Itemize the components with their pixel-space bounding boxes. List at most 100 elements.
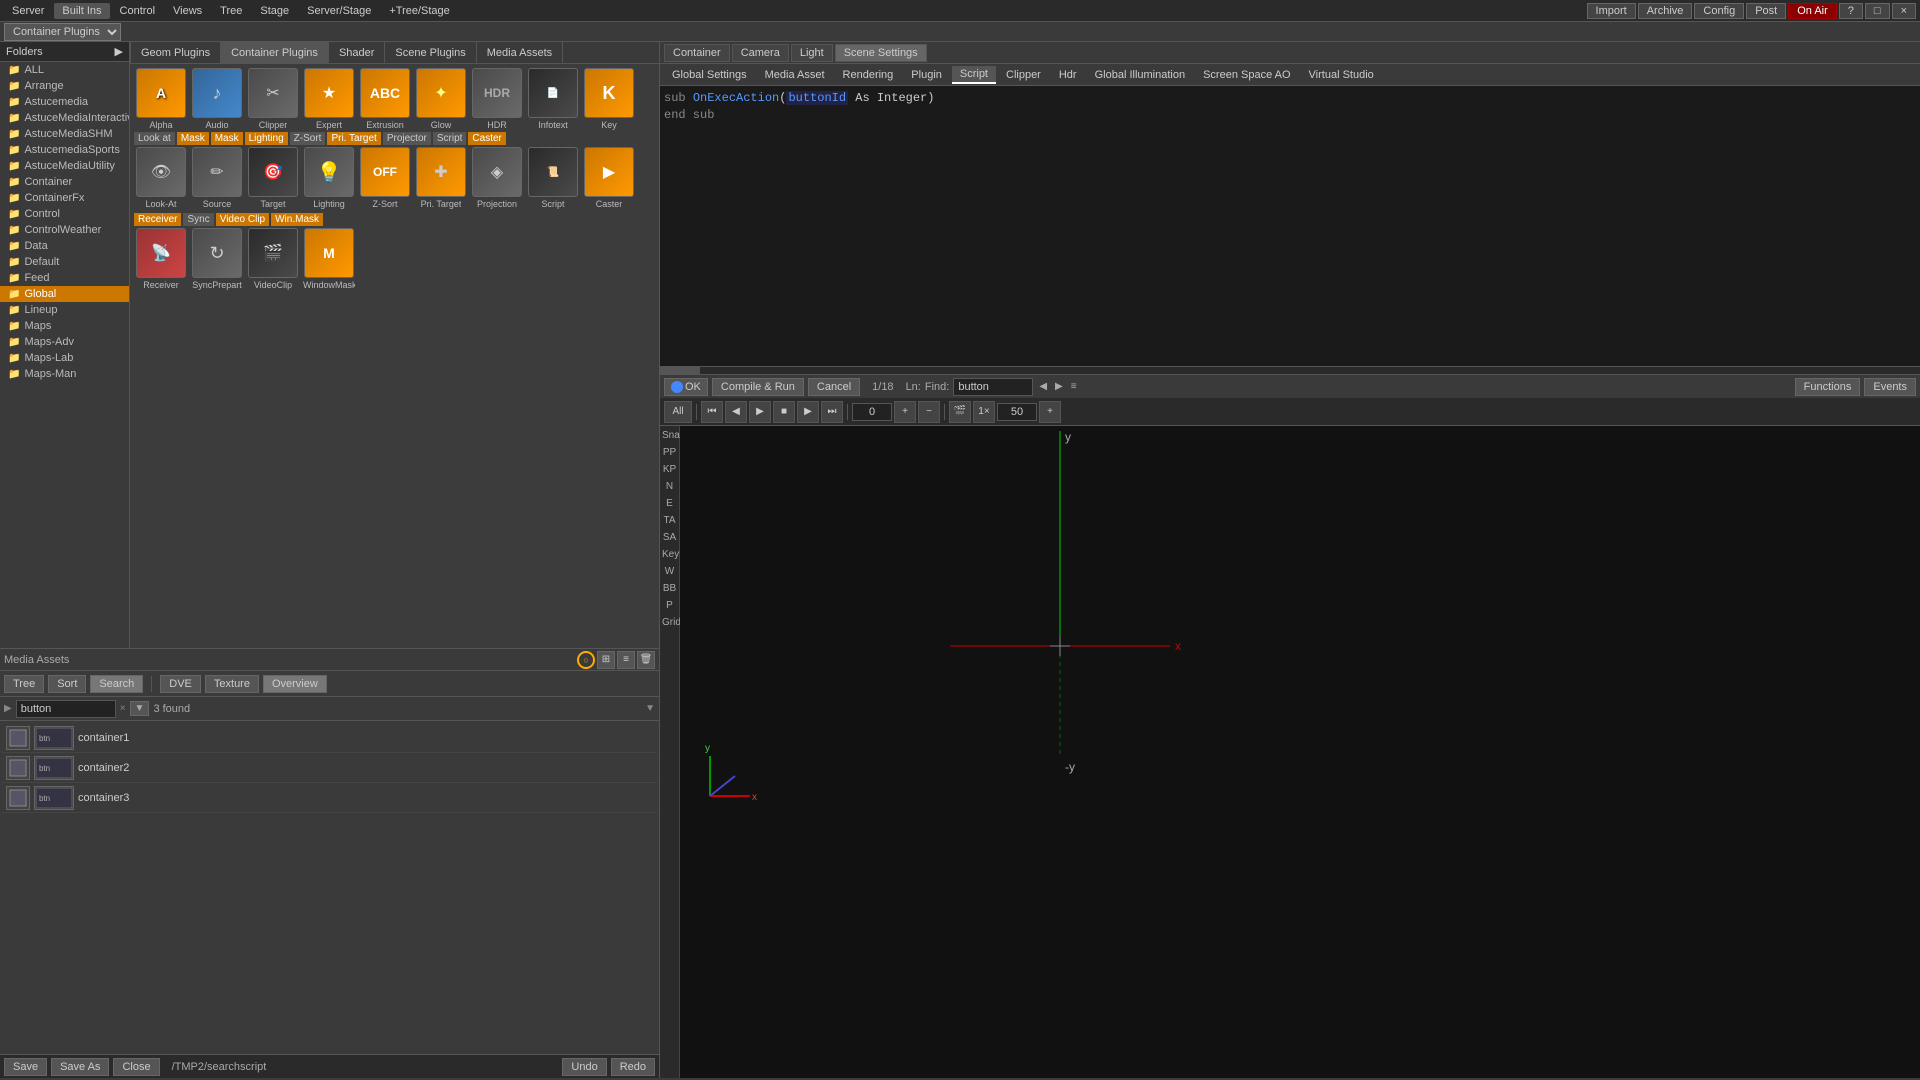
plugin-projection[interactable]: ◈ Projection — [470, 147, 524, 209]
plugin-windowmask[interactable]: M WindowMask — [302, 228, 356, 290]
clear-search-icon[interactable]: × — [120, 703, 126, 714]
folder-all[interactable]: 📁ALL — [0, 62, 129, 78]
menu-tree[interactable]: Tree — [212, 3, 250, 19]
folder-maps[interactable]: 📁Maps — [0, 318, 129, 334]
file-item-1[interactable]: btn container2 — [2, 753, 657, 783]
find-next-icon[interactable]: ▶ — [1053, 381, 1065, 392]
find-options-icon[interactable]: ≡ — [1069, 381, 1079, 392]
scroll-icon[interactable]: ≡ — [617, 651, 635, 669]
plugin-alpha[interactable]: A Alpha — [134, 68, 188, 130]
events-button[interactable]: Events — [1864, 378, 1916, 396]
btn-post[interactable]: Post — [1746, 3, 1786, 19]
tab-tree[interactable]: Tree — [4, 675, 44, 693]
folder-arrange[interactable]: 📁Arrange — [0, 78, 129, 94]
side-key[interactable]: Key — [662, 547, 677, 562]
subtab-virtual-studio[interactable]: Virtual Studio — [1301, 67, 1382, 83]
side-e[interactable]: E — [662, 496, 677, 511]
plugin-lighting[interactable]: 💡 Lighting — [302, 147, 356, 209]
plugin-infotext[interactable]: 📄 Infotext — [526, 68, 580, 130]
btn-help[interactable]: ? — [1839, 3, 1863, 19]
pb-skip-start[interactable]: ⏮ — [701, 401, 723, 423]
plugin-audio[interactable]: ♪ Audio — [190, 68, 244, 130]
side-ta[interactable]: TA — [662, 513, 677, 528]
menu-builtins[interactable]: Built Ins — [54, 3, 109, 19]
tab-overview[interactable]: Overview — [263, 675, 327, 693]
subtab-rendering[interactable]: Rendering — [835, 67, 902, 83]
viewport-canvas[interactable]: y -y x x y — [680, 426, 1920, 1078]
tab-sort[interactable]: Sort — [48, 675, 86, 693]
pb-incr[interactable]: + — [1039, 401, 1061, 423]
side-pp[interactable]: PP — [662, 445, 677, 460]
folder-feed[interactable]: 📁Feed — [0, 270, 129, 286]
folder-lineup[interactable]: 📁Lineup — [0, 302, 129, 318]
folder-default[interactable]: 📁Default — [0, 254, 129, 270]
menu-stage[interactable]: Stage — [252, 3, 297, 19]
folder-data[interactable]: 📁Data — [0, 238, 129, 254]
btn-restore[interactable]: □ — [1865, 3, 1890, 19]
plugin-expert[interactable]: ★ Expert — [302, 68, 356, 130]
folders-expand-icon[interactable]: ▶ — [115, 45, 123, 58]
folder-container[interactable]: 📁Container — [0, 174, 129, 190]
subtab-hdr[interactable]: Hdr — [1051, 67, 1085, 83]
folder-astuceshm[interactable]: 📁AstuceMediaSHM — [0, 126, 129, 142]
folder-astuceutility[interactable]: 📁AstuceMediaUtility — [0, 158, 129, 174]
btn-import[interactable]: Import — [1587, 3, 1636, 19]
tab-shader[interactable]: Shader — [329, 42, 385, 63]
pb-add-key[interactable]: + — [894, 401, 916, 423]
pb-max-frames[interactable] — [997, 403, 1037, 421]
save-button[interactable]: Save — [4, 1058, 47, 1076]
folder-astucessports[interactable]: 📁AstucemediaSports — [0, 142, 129, 158]
folder-mapsman[interactable]: 📁Maps-Man — [0, 366, 129, 382]
close-button[interactable]: Close — [113, 1058, 159, 1076]
side-snap[interactable]: Snap — [662, 428, 677, 443]
btn-config[interactable]: Config — [1694, 3, 1744, 19]
plugin-videoclip[interactable]: 🎬 VideoClip — [246, 228, 300, 290]
folder-mapsadv[interactable]: 📁Maps-Adv — [0, 334, 129, 350]
menu-views[interactable]: Views — [165, 3, 210, 19]
cancel-button[interactable]: Cancel — [808, 378, 860, 396]
tab-texture[interactable]: Texture — [205, 675, 259, 693]
redo-button[interactable]: Redo — [611, 1058, 655, 1076]
pb-clip-icon[interactable]: 🎬 — [949, 401, 971, 423]
subtab-clipper[interactable]: Clipper — [998, 67, 1049, 83]
btn-close-win[interactable]: × — [1892, 3, 1916, 19]
file-item-2[interactable]: btn container3 — [2, 783, 657, 813]
folder-global[interactable]: 📁Global — [0, 286, 129, 302]
plugin-receiver[interactable]: 📡 Receiver — [134, 228, 188, 290]
menu-serverstage[interactable]: Server/Stage — [299, 3, 379, 19]
side-w[interactable]: W — [662, 564, 677, 579]
pb-next-frame[interactable]: ▶ — [797, 401, 819, 423]
tab-scene-plugins[interactable]: Scene Plugins — [385, 42, 476, 63]
plugin-lookat[interactable]: 👁 Look-At — [134, 147, 188, 209]
ok-button[interactable]: OK — [664, 378, 708, 396]
subtab-media-asset[interactable]: Media Asset — [757, 67, 833, 83]
tab-light[interactable]: Light — [791, 44, 833, 62]
tab-geom-plugins[interactable]: Geom Plugins — [130, 42, 221, 63]
functions-button[interactable]: Functions — [1795, 378, 1861, 396]
menu-treestage[interactable]: +Tree/Stage — [381, 3, 457, 19]
menu-server[interactable]: Server — [4, 3, 52, 19]
editor-scrollbar[interactable] — [660, 366, 1920, 374]
file-item-0[interactable]: btn container1 — [2, 723, 657, 753]
scrollbar-thumb[interactable] — [660, 367, 700, 374]
plugin-key[interactable]: K Key — [582, 68, 636, 130]
side-kp[interactable]: KP — [662, 462, 677, 477]
plugin-hdr[interactable]: HDR HDR — [470, 68, 524, 130]
folder-astuceinteractive[interactable]: 📁AstuceMediaInteractive — [0, 110, 129, 126]
tab-search[interactable]: Search — [90, 675, 143, 693]
subtab-screen-space-ao[interactable]: Screen Space AO — [1195, 67, 1298, 83]
pb-remove-key[interactable]: − — [918, 401, 940, 423]
tab-camera[interactable]: Camera — [732, 44, 789, 62]
plugin-source[interactable]: ✏ Source — [190, 147, 244, 209]
folder-containerfx[interactable]: 📁ContainerFx — [0, 190, 129, 206]
plugin-script[interactable]: 📜 Script — [526, 147, 580, 209]
btn-on-air[interactable]: On Air — [1788, 3, 1837, 19]
pb-all-btn[interactable]: All — [664, 401, 692, 423]
plugin-caster[interactable]: ▶ Caster — [582, 147, 636, 209]
folder-control[interactable]: 📁Control — [0, 206, 129, 222]
side-bb[interactable]: BB — [662, 581, 677, 596]
find-prev-icon[interactable]: ◀ — [1037, 381, 1049, 392]
circle-icon[interactable]: ○ — [577, 651, 595, 669]
tab-container-plugins[interactable]: Container Plugins — [221, 42, 329, 63]
container-dropdown[interactable]: Container Plugins — [4, 23, 121, 41]
